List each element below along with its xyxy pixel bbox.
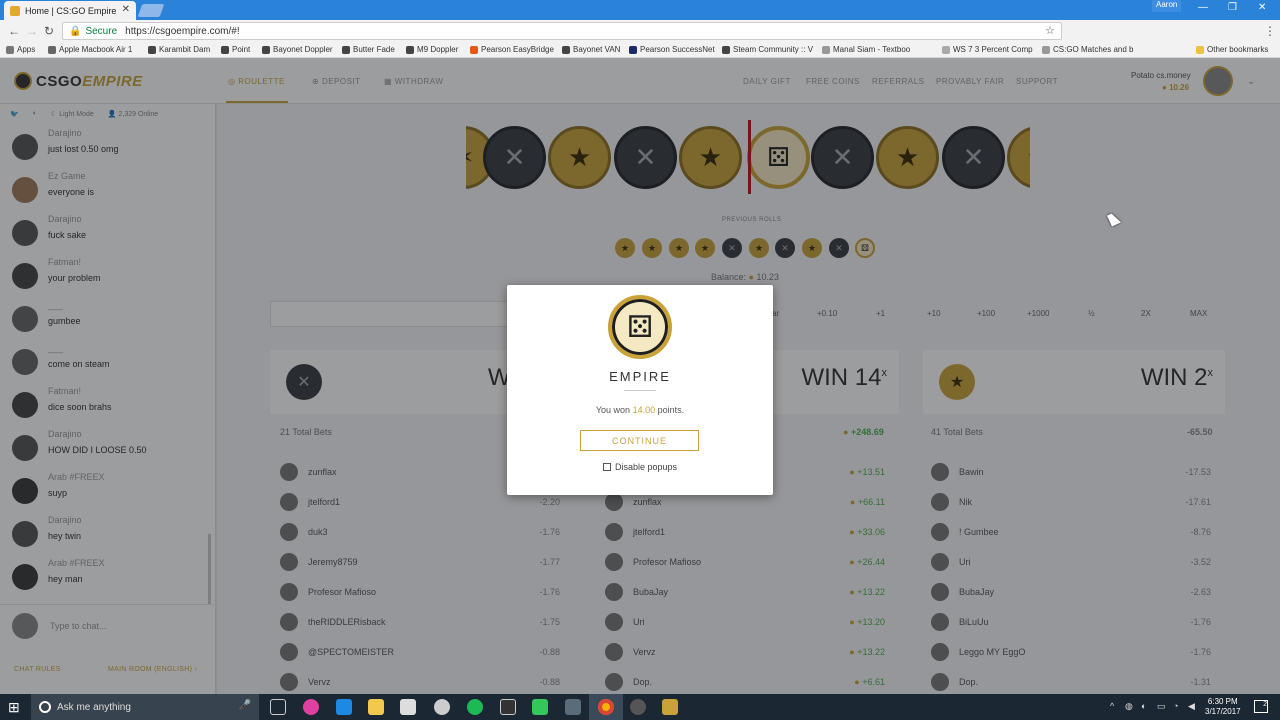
cortana-icon bbox=[39, 701, 51, 713]
bookmark-item[interactable]: Bayonet Doppler bbox=[262, 45, 333, 54]
disable-popups-checkbox[interactable]: Disable popups bbox=[603, 462, 677, 472]
browser-tab[interactable]: Home | CS:GO Empire ✕ bbox=[4, 1, 136, 20]
forward-icon[interactable]: → bbox=[26, 24, 38, 38]
file-explorer-icon[interactable] bbox=[368, 699, 384, 715]
address-bar[interactable]: 🔒 Secure https://csgoempire.com/#! ☆ bbox=[62, 22, 1062, 40]
browser-titlebar: Home | CS:GO Empire ✕ Aaron — ❐ ✕ bbox=[0, 0, 1280, 20]
bookmark-item[interactable]: Karambit Dam bbox=[148, 45, 210, 54]
back-icon[interactable]: ← bbox=[8, 24, 20, 38]
modal-title: EMPIRE bbox=[609, 369, 671, 384]
taskbar-app-icon[interactable] bbox=[565, 699, 581, 715]
new-tab-button[interactable] bbox=[137, 4, 165, 17]
profile-badge[interactable]: Aaron bbox=[1152, 0, 1182, 12]
minimize-icon[interactable]: — bbox=[1198, 2, 1208, 13]
steam-taskbar-icon[interactable] bbox=[434, 699, 450, 715]
task-view-icon[interactable] bbox=[270, 699, 286, 715]
bookmark-item[interactable]: Pearson SuccessNet bbox=[629, 45, 715, 54]
win-modal: ⚄ EMPIRE You won 14.00 points. CONTINUE … bbox=[507, 285, 773, 495]
tab-close-icon[interactable]: ✕ bbox=[122, 4, 130, 15]
bookmark-item[interactable]: Bayonet VAN bbox=[562, 45, 620, 54]
system-clock[interactable]: 6:30 PM 3/17/2017 bbox=[1205, 697, 1241, 717]
volume-icon[interactable]: ◀ bbox=[1188, 701, 1195, 712]
bookmark-item[interactable]: Butter Fade bbox=[342, 45, 395, 54]
bookmark-item[interactable]: Apps bbox=[6, 45, 35, 54]
store-icon[interactable] bbox=[400, 699, 416, 715]
dice-coin-icon: ⚄ bbox=[608, 295, 672, 359]
network-icon[interactable]: ◔ bbox=[1173, 701, 1178, 711]
edge-icon[interactable] bbox=[336, 699, 352, 715]
taskbar-app-icon[interactable] bbox=[532, 699, 548, 715]
cortana-search[interactable]: Ask me anything 🎤 bbox=[31, 694, 259, 720]
chrome-icon[interactable] bbox=[598, 699, 614, 715]
notification-icon[interactable]: 2 bbox=[1254, 700, 1268, 713]
bookmark-star-icon[interactable]: ☆ bbox=[1045, 24, 1055, 37]
tray-icon[interactable]: ▭ bbox=[1157, 701, 1166, 712]
search-placeholder: Ask me anything bbox=[57, 701, 131, 713]
window-close-icon[interactable]: ✕ bbox=[1258, 2, 1266, 13]
url-text: https://csgoempire.com/#! bbox=[125, 25, 240, 37]
bookmark-item[interactable]: Steam Community :: V bbox=[722, 45, 813, 54]
secure-label: Secure bbox=[85, 25, 118, 37]
bookmark-item[interactable]: Pearson EasyBridge bbox=[470, 45, 554, 54]
bookmark-folder[interactable]: Other bookmarks bbox=[1196, 45, 1268, 54]
maximize-icon[interactable]: ❐ bbox=[1228, 2, 1237, 13]
windows-start-icon[interactable]: ⊞ bbox=[8, 699, 20, 716]
taskbar-app-icon[interactable] bbox=[630, 699, 646, 715]
lock-icon: 🔒 bbox=[69, 25, 82, 37]
bookmark-item[interactable]: CS:GO Matches and b bbox=[1042, 45, 1133, 54]
bookmarks-bar: Apps Apple Macbook Air 1 Karambit Dam Po… bbox=[0, 42, 1280, 58]
browser-toolbar: ← → ↻ 🔒 Secure https://csgoempire.com/#!… bbox=[0, 20, 1280, 56]
microphone-icon[interactable]: 🎤 bbox=[239, 700, 251, 711]
tab-title: Home | CS:GO Empire bbox=[25, 5, 117, 16]
reload-icon[interactable]: ↻ bbox=[44, 24, 54, 38]
chrome-menu-icon[interactable]: ⋮ bbox=[1264, 24, 1276, 38]
modal-message: You won 14.00 points. bbox=[595, 405, 685, 415]
taskbar-app-icon[interactable] bbox=[500, 699, 516, 715]
continue-button[interactable]: CONTINUE bbox=[580, 430, 699, 451]
checkbox-box[interactable] bbox=[603, 463, 611, 471]
bookmark-item[interactable]: Apple Macbook Air 1 bbox=[48, 45, 132, 54]
bookmark-item[interactable]: WS 7 3 Percent Comp bbox=[942, 45, 1033, 54]
checkbox-label: Disable popups bbox=[615, 462, 678, 472]
tray-icon[interactable]: ◍ bbox=[1125, 701, 1133, 712]
tray-chevron-icon[interactable]: ^ bbox=[1110, 701, 1114, 711]
divider bbox=[624, 390, 656, 391]
bookmark-item[interactable]: M9 Doppler bbox=[406, 45, 458, 54]
site-favicon-icon bbox=[10, 5, 20, 16]
windows-taskbar: ⊞ Ask me anything 🎤 ^ ◍ ◐ ▭ ◔ ◀ 6:30 PM … bbox=[0, 694, 1280, 720]
taskbar-app-icon[interactable] bbox=[662, 699, 678, 715]
tray-icon[interactable]: ◐ bbox=[1141, 701, 1146, 711]
spotify-icon[interactable] bbox=[467, 699, 483, 715]
bookmark-item[interactable]: Manal Siam - Textboo bbox=[822, 45, 910, 54]
bookmark-item[interactable]: Point bbox=[221, 45, 250, 54]
taskbar-app-icon[interactable] bbox=[303, 699, 319, 715]
